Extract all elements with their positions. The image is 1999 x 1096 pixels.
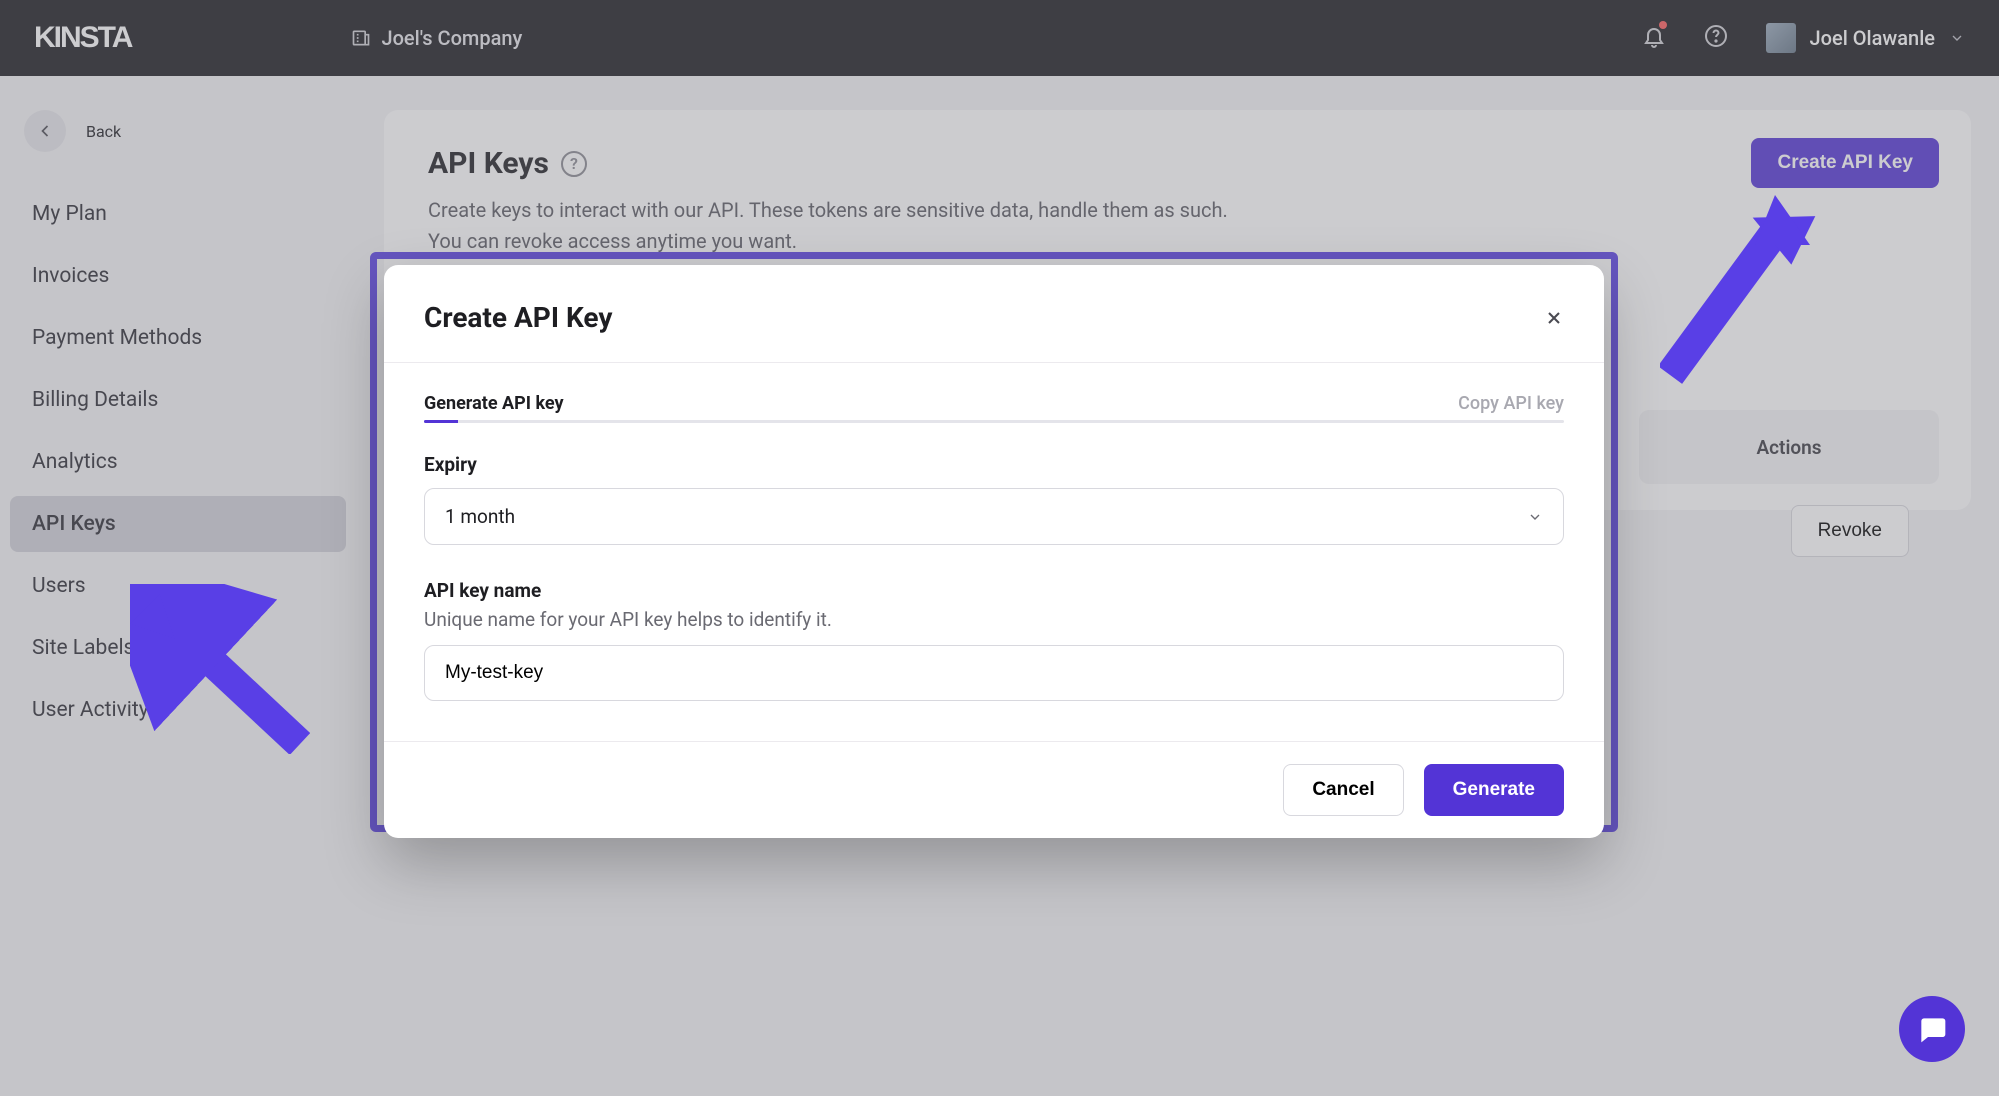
chat-icon [1916,1013,1948,1045]
progress-bar [424,420,1564,423]
api-key-name-label: API key name [424,579,1564,602]
expiry-select[interactable]: 1 month [424,488,1564,545]
expiry-value: 1 month [445,505,515,528]
create-api-key-modal: Create API Key Generate API key Copy API… [384,265,1604,838]
api-key-name-sub: Unique name for your API key helps to id… [424,608,1564,631]
close-icon[interactable] [1544,308,1564,328]
step-copy: Copy API key [1458,393,1564,414]
expiry-label: Expiry [424,453,1564,476]
api-key-name-input[interactable] [424,645,1564,701]
generate-button[interactable]: Generate [1424,764,1564,816]
cancel-button[interactable]: Cancel [1283,764,1403,816]
chat-widget[interactable] [1899,996,1965,1062]
modal-title: Create API Key [424,301,612,334]
chevron-down-icon [1527,509,1543,525]
step-generate: Generate API key [424,393,564,414]
